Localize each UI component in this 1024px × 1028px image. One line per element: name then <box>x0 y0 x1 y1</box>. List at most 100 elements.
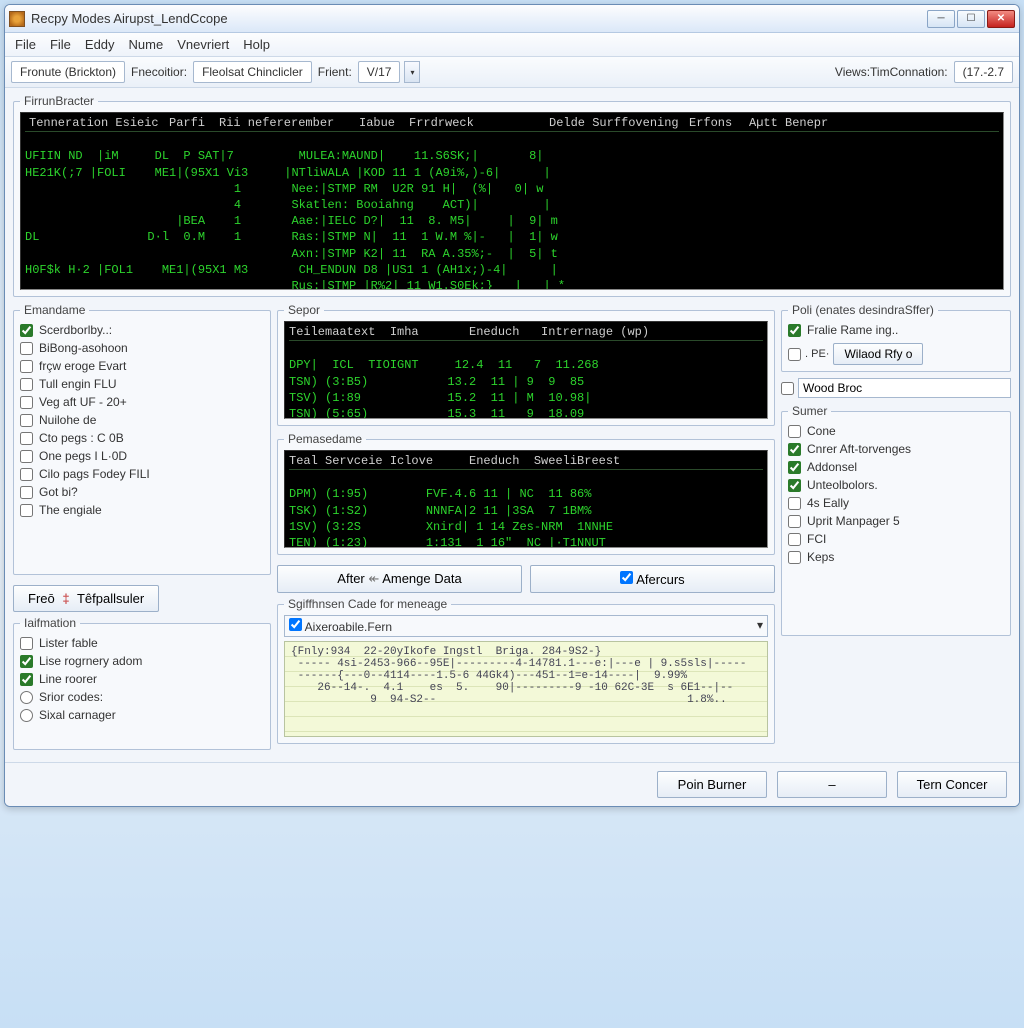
dash-button[interactable]: – <box>777 771 887 798</box>
iaifmation-input-4[interactable] <box>20 709 33 722</box>
iaifmation-input-3[interactable] <box>20 691 33 704</box>
toolbar-label3: Frient: <box>316 65 354 79</box>
sepor-legend: Sepor <box>284 303 324 317</box>
emandame-label-2: frçw eroge Evart <box>39 359 126 373</box>
menubar: File File Eddy Nume Vnevriert Holp <box>5 33 1019 57</box>
afercurs-checkbox[interactable] <box>620 571 633 584</box>
separator-icon: ‡ <box>58 591 73 606</box>
sumer-label-0: Cone <box>807 424 836 438</box>
emandame-input-5[interactable] <box>20 414 33 427</box>
code-area[interactable]: {Fnly:934 22-20yIkofe Ingstl Briga. 284-… <box>284 641 768 737</box>
iaifmation-group: Iaifmation Lister fable Lise rogrnery ado… <box>13 616 271 750</box>
arrow-icon: ↞ <box>368 571 379 586</box>
sumer-input-4[interactable] <box>788 497 801 510</box>
emandame-input-0[interactable] <box>20 324 33 337</box>
sumer-input-2[interactable] <box>788 461 801 474</box>
wood-checkbox[interactable] <box>781 382 794 395</box>
emandame-input-10[interactable] <box>20 504 33 517</box>
emandame-input-1[interactable] <box>20 342 33 355</box>
sumer-input-1[interactable] <box>788 443 801 456</box>
main-terminal-legend: FirrunBracter <box>20 94 98 108</box>
pe-checkbox[interactable] <box>788 348 801 361</box>
sumer-input-7[interactable] <box>788 551 801 564</box>
iaifmation-label-2: Line roorer <box>39 672 97 686</box>
poin-burner-button[interactable]: Poin Burner <box>657 771 767 798</box>
emandame-label-0: Scerdborlby..: <box>39 323 112 337</box>
code-select-checkbox[interactable] <box>289 618 302 631</box>
emandame-input-6[interactable] <box>20 432 33 445</box>
emandame-label-10: The engiale <box>39 503 102 517</box>
sumer-label-3: Unteolbolors. <box>807 478 878 492</box>
iaifmation-label-3: Srior codes: <box>39 690 103 704</box>
menu-vnevriert[interactable]: Vnevriert <box>177 37 229 52</box>
wilaod-button[interactable]: Wilaod Rfy o <box>833 343 923 365</box>
window-title: Recpy Modes Airupst_LendCcope <box>31 11 927 26</box>
pemasedame-legend: Pemasedame <box>284 432 366 446</box>
sumer-input-6[interactable] <box>788 533 801 546</box>
sumer-input-3[interactable] <box>788 479 801 492</box>
sumer-legend: Sumer <box>788 404 831 418</box>
emandame-input-3[interactable] <box>20 378 33 391</box>
minimize-button[interactable]: ─ <box>927 10 955 28</box>
pemasedame-terminal[interactable]: Teal Servceie Iclove Eneduch SweeliBrees… <box>284 450 768 548</box>
menu-eddy[interactable]: Eddy <box>85 37 115 52</box>
afercurs-button[interactable]: Afercurs <box>530 565 775 593</box>
emandame-input-4[interactable] <box>20 396 33 409</box>
emandame-label-6: Cto pegs : C 0B <box>39 431 124 445</box>
code-legend: Sgiffhnsen Cade for meneage <box>284 597 451 611</box>
sumer-input-0[interactable] <box>788 425 801 438</box>
emandame-label-5: Nuilohe de <box>39 413 96 427</box>
toolbar-field1[interactable]: Fronute (Brickton) <box>11 61 125 83</box>
toolbar-field3[interactable]: V/17 <box>358 61 401 83</box>
emandame-legend: Emandame <box>20 303 89 317</box>
iaifmation-input-1[interactable] <box>20 655 33 668</box>
toolbar-dropdown-icon[interactable]: ▾ <box>404 61 420 83</box>
toolbar-field2[interactable]: Fleolsat Chinclicler <box>193 61 312 83</box>
sumer-group: Sumer Cone Cnrer Aft-torvenges Addonsel Unt… <box>781 404 1011 636</box>
wood-field[interactable] <box>798 378 1011 398</box>
emandame-label-8: Cilo pags Fodey FILI <box>39 467 150 481</box>
emandame-input-7[interactable] <box>20 450 33 463</box>
iaifmation-label-1: Lise rogrnery adom <box>39 654 142 668</box>
after-button[interactable]: After ↞ Amenge Data <box>277 565 522 593</box>
menu-nume[interactable]: Nume <box>129 37 164 52</box>
emandame-label-7: One pegs I L·0D <box>39 449 127 463</box>
emandame-input-8[interactable] <box>20 468 33 481</box>
iaifmation-input-2[interactable] <box>20 673 33 686</box>
sumer-label-6: FCI <box>807 532 826 546</box>
dropdown-icon[interactable]: ▾ <box>757 618 763 632</box>
emandame-label-9: Got bi? <box>39 485 78 499</box>
poli-group: Poli (enates desindraSffer) Fralie Rame … <box>781 303 1011 372</box>
sepor-terminal[interactable]: Teilemaatext Imha Eneduch Intrernage (wp… <box>284 321 768 419</box>
titlebar: Recpy Modes Airupst_LendCcope ─ ☐ ✕ <box>5 5 1019 33</box>
tern-concer-button[interactable]: Tern Concer <box>897 771 1007 798</box>
pemasedame-group: Pemasedame Teal Servceie Iclove Eneduch … <box>277 432 775 555</box>
fralie-checkbox[interactable] <box>788 324 801 337</box>
toolbar-label4: Views:TimConnation: <box>833 65 950 79</box>
app-icon <box>9 11 25 27</box>
toolbar: Fronute (Brickton) Fnecoitior: Fleolsat … <box>5 57 1019 88</box>
menu-file2[interactable]: File <box>50 37 71 52</box>
emandame-input-9[interactable] <box>20 486 33 499</box>
sumer-label-1: Cnrer Aft-torvenges <box>807 442 911 456</box>
toolbar-label2: Fnecoitior: <box>129 65 189 79</box>
freo-button[interactable]: Freō ‡ Têfpallsuler <box>13 585 159 612</box>
iaifmation-input-0[interactable] <box>20 637 33 650</box>
code-group: Sgiffhnsen Cade for meneage Aixeroabile.… <box>277 597 775 744</box>
sumer-label-5: Uprit Manpager 5 <box>807 514 900 528</box>
iaifmation-legend: Iaifmation <box>20 616 80 630</box>
sumer-input-5[interactable] <box>788 515 801 528</box>
menu-file[interactable]: File <box>15 37 36 52</box>
close-button[interactable]: ✕ <box>987 10 1015 28</box>
sepor-group: Sepor Teilemaatext Imha Eneduch Intrerna… <box>277 303 775 426</box>
toolbar-field4[interactable]: (17.-2.7 <box>954 61 1013 83</box>
sumer-label-2: Addonsel <box>807 460 857 474</box>
emandame-input-2[interactable] <box>20 360 33 373</box>
maximize-button[interactable]: ☐ <box>957 10 985 28</box>
emandame-label-3: Tull engin FLU <box>39 377 117 391</box>
code-select[interactable]: Aixeroabile.Fern ▾ <box>284 615 768 637</box>
main-terminal[interactable]: Tenneration EsieicParfiRii nefereremberI… <box>20 112 1004 290</box>
menu-help[interactable]: Holp <box>243 37 270 52</box>
iaifmation-label-0: Lister fable <box>39 636 98 650</box>
emandame-label-1: BiBong-asohoon <box>39 341 128 355</box>
